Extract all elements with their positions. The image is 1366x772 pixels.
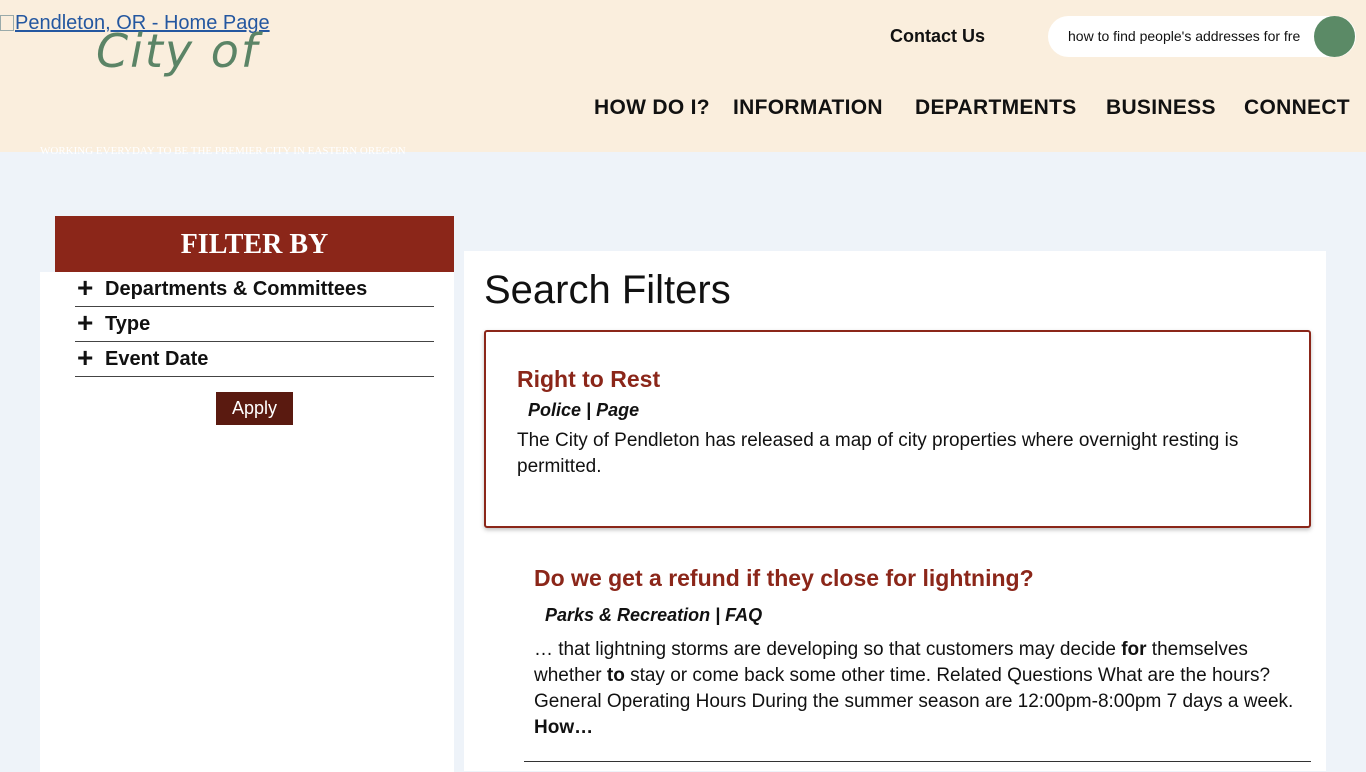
nav-information[interactable]: INFORMATION	[733, 96, 883, 120]
result-meta: Police | Page	[528, 400, 640, 420]
page-title: Search Filters	[484, 268, 731, 312]
filter-type[interactable]: + Type	[75, 307, 434, 342]
plus-icon: +	[77, 342, 94, 373]
desc-highlight: for	[1121, 639, 1147, 660]
filter-departments-committees[interactable]: + Departments & Committees	[75, 272, 434, 307]
broken-image-icon	[0, 15, 14, 31]
filter-label: Type	[105, 313, 151, 335]
desc-highlight: How…	[534, 717, 594, 738]
result-meta: Parks & Recreation | FAQ	[545, 605, 763, 625]
apply-button[interactable]: Apply	[216, 392, 293, 425]
contact-us-link[interactable]: Contact Us	[890, 26, 985, 47]
desc-text: stay or come back some other time. Relat…	[534, 665, 1294, 712]
result-title-link[interactable]: Right to Rest	[517, 366, 660, 393]
result-title-link[interactable]: Do we get a refund if they close for lig…	[534, 565, 1034, 592]
filter-by-heading: FILTER BY	[55, 216, 454, 272]
site-header: Pendleton, OR - Home Page City of WORKIN…	[0, 0, 1366, 157]
result-divider	[524, 761, 1311, 762]
desc-text: … that lightning storms are developing s…	[534, 639, 1122, 660]
filter-label: Event Date	[105, 348, 209, 370]
nav-connect[interactable]: CONNECT	[1244, 96, 1350, 120]
logo-city-of-text: City of	[96, 24, 260, 78]
search-box	[1048, 16, 1356, 57]
desc-highlight: to	[606, 665, 625, 686]
tagline: WORKING EVERYDAY TO BE THE PREMIER CITY …	[40, 145, 406, 157]
result-description: The City of Pendleton has released a map…	[517, 430, 1239, 477]
search-input[interactable]	[1068, 28, 1300, 44]
search-button[interactable]	[1314, 16, 1355, 57]
filter-event-date[interactable]: + Event Date	[75, 342, 434, 377]
nav-business[interactable]: BUSINESS	[1106, 96, 1216, 120]
plus-icon: +	[77, 307, 94, 338]
nav-departments[interactable]: DEPARTMENTS	[915, 96, 1077, 120]
result-description: … that lightning storms are developing s…	[534, 637, 1294, 741]
filter-label: Departments & Committees	[105, 278, 368, 300]
plus-icon: +	[77, 272, 94, 303]
nav-how-do-i[interactable]: HOW DO I?	[594, 96, 710, 120]
